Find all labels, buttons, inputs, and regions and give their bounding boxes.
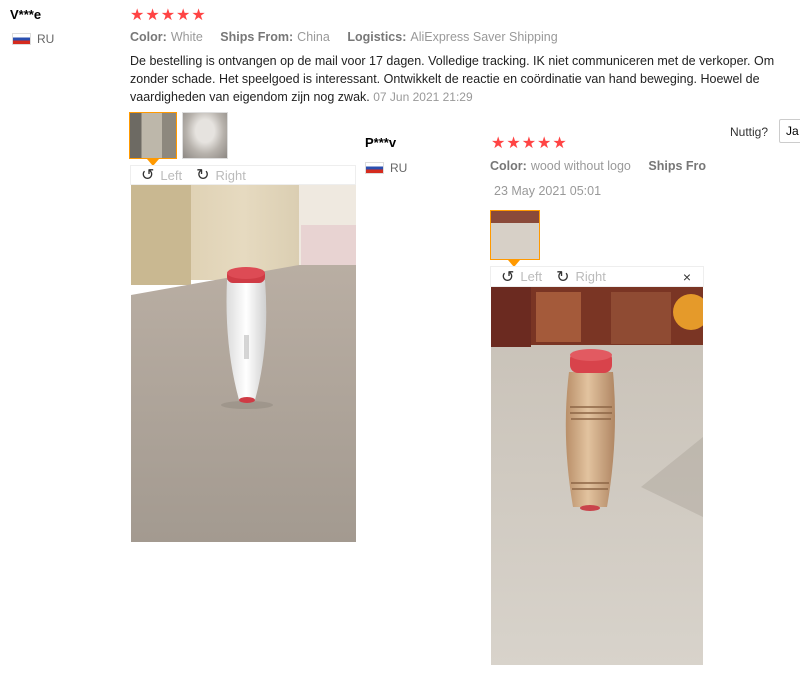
- flag-ru-icon: [365, 162, 384, 174]
- rotate-left-icon[interactable]: ↺: [141, 165, 154, 185]
- rotate-left-label[interactable]: Left: [160, 168, 182, 183]
- review-thumbnail[interactable]: [129, 112, 177, 159]
- logistics-label: Logistics:: [347, 30, 407, 44]
- review-thumbnail[interactable]: [182, 112, 228, 159]
- country-code: RU: [37, 32, 55, 46]
- review-meta: Color: wood without logo Ships Fro: [490, 159, 710, 173]
- rotate-left-icon[interactable]: ↺: [501, 267, 514, 287]
- close-icon[interactable]: ×: [683, 269, 691, 285]
- ships-label: Ships Fro: [648, 159, 707, 173]
- rotate-left-label[interactable]: Left: [520, 269, 542, 284]
- ships-label: Ships From:: [220, 30, 294, 44]
- color-label: Color:: [490, 159, 527, 173]
- logistics-value: AliExpress Saver Shipping: [410, 30, 558, 44]
- reviewer-name: P***v: [365, 135, 397, 150]
- rotate-right-icon[interactable]: ↻: [196, 165, 209, 185]
- review-date: 23 May 2021 05:01: [494, 184, 602, 198]
- flag-ru-icon: [12, 33, 31, 45]
- helpful-label: Nuttig?: [730, 125, 769, 139]
- ships-value: China: [297, 30, 330, 44]
- rotate-right-icon[interactable]: ↻: [556, 267, 569, 287]
- review-text: De bestelling is ontvangen op de mail vo…: [130, 52, 796, 106]
- review-photo[interactable]: [131, 185, 356, 542]
- color-label: Color:: [130, 30, 167, 44]
- rotate-toolbar: ↺ Left ↻ Right: [130, 165, 356, 185]
- color-value: wood without logo: [530, 159, 631, 173]
- country-code: RU: [390, 161, 408, 175]
- review-meta: Color: White Ships From: China Logistics: A…: [130, 30, 572, 44]
- rotate-right-label[interactable]: Right: [576, 269, 606, 284]
- reviewer-name: V***e: [10, 7, 42, 22]
- color-value: White: [170, 30, 203, 44]
- rotate-toolbar: ↺ Left ↻ Right ×: [490, 266, 704, 287]
- reviewer-country: RU: [12, 32, 54, 46]
- review-thumbnail[interactable]: [490, 210, 540, 260]
- reviewer-country: RU: [365, 161, 407, 175]
- review-photo[interactable]: [491, 287, 703, 665]
- helpful-yes-button[interactable]: Ja: [779, 119, 800, 143]
- review-date: 07 Jun 2021 21:29: [373, 90, 473, 104]
- rating-stars: ★★★★★: [130, 7, 207, 24]
- rotate-right-label[interactable]: Right: [216, 168, 246, 183]
- rating-stars: ★★★★★: [491, 135, 568, 152]
